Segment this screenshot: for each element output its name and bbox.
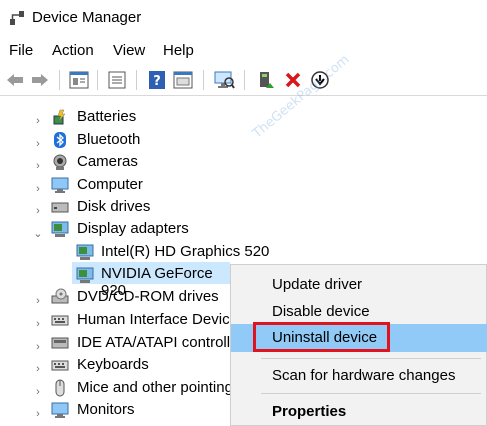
keyboard-icon bbox=[51, 315, 69, 326]
chevron-right-icon[interactable]: › bbox=[33, 183, 43, 195]
run-icon[interactable] bbox=[172, 69, 194, 91]
update-driver-icon[interactable] bbox=[254, 69, 276, 91]
tree-item-label: Batteries bbox=[77, 108, 137, 125]
menu-help[interactable]: Help bbox=[163, 42, 194, 59]
tree-item-label: Display adapters bbox=[77, 220, 189, 237]
ide-controller-icon bbox=[51, 337, 69, 349]
camera-icon bbox=[53, 154, 67, 170]
list-icon[interactable] bbox=[106, 69, 128, 91]
menu-item-label: Disable device bbox=[272, 303, 370, 320]
menu-separator bbox=[261, 358, 481, 359]
tree-item-label: Keyboards bbox=[77, 356, 149, 373]
tree-item-label: DVD/CD-ROM drives bbox=[77, 288, 219, 305]
mouse-icon bbox=[55, 379, 65, 397]
battery-icon bbox=[53, 109, 66, 125]
menu-item-properties[interactable]: Properties bbox=[231, 398, 487, 426]
window-title: Device Manager bbox=[32, 9, 142, 26]
menu-item-label: Scan for hardware changes bbox=[272, 367, 456, 384]
chevron-right-icon[interactable]: › bbox=[33, 363, 43, 375]
menu-item-label: Properties bbox=[272, 403, 347, 420]
menu-action[interactable]: Action bbox=[52, 42, 94, 59]
tree-item-label: Cameras bbox=[77, 153, 138, 170]
chevron-right-icon[interactable]: › bbox=[33, 386, 43, 398]
tree-item-label: Human Interface Device bbox=[77, 311, 238, 328]
menu-item-update-driver[interactable]: Update driver bbox=[231, 271, 487, 299]
dvd-drive-icon bbox=[51, 288, 69, 304]
properties-icon[interactable] bbox=[68, 69, 90, 91]
svg-text:?: ? bbox=[153, 74, 161, 89]
back-icon[interactable] bbox=[4, 69, 26, 91]
chevron-right-icon[interactable]: › bbox=[33, 138, 43, 150]
tree-item-label: Computer bbox=[77, 176, 143, 193]
tree-item-label: IDE ATA/ATAPI controller bbox=[77, 334, 244, 351]
chevron-right-icon[interactable]: › bbox=[33, 408, 43, 420]
menu-bar: File Action View Help bbox=[0, 42, 487, 62]
toolbar: ? bbox=[0, 66, 487, 96]
menu-item-scan-hardware[interactable]: Scan for hardware changes bbox=[231, 362, 487, 390]
disk-drive-icon bbox=[51, 202, 69, 213]
menu-item-label: Update driver bbox=[272, 276, 363, 293]
tree-item-label: Bluetooth bbox=[77, 131, 141, 148]
bluetooth-icon bbox=[54, 132, 66, 148]
keyboard-icon bbox=[51, 360, 69, 371]
title-bar: Device Manager bbox=[0, 0, 487, 36]
highlight-box bbox=[253, 322, 390, 352]
display-adapter-icon bbox=[76, 244, 94, 260]
chevron-down-icon[interactable]: ⌄ bbox=[33, 228, 43, 240]
scan-hardware-icon[interactable] bbox=[213, 69, 235, 91]
menu-separator bbox=[261, 393, 481, 394]
tree-item-label: Disk drives bbox=[77, 198, 151, 215]
chevron-right-icon[interactable]: › bbox=[33, 115, 43, 127]
tree-item-label: Intel(R) HD Graphics 520 bbox=[101, 243, 270, 260]
device-manager-icon bbox=[10, 11, 24, 25]
tree-item-label: Monitors bbox=[77, 401, 135, 418]
display-adapter-icon bbox=[76, 267, 94, 283]
forward-icon[interactable] bbox=[29, 69, 51, 91]
menu-view[interactable]: View bbox=[113, 42, 145, 59]
display-adapter-icon bbox=[51, 221, 69, 237]
chevron-right-icon[interactable]: › bbox=[33, 205, 43, 217]
menu-file[interactable]: File bbox=[9, 42, 33, 59]
tree-item-label: Mice and other pointing bbox=[77, 379, 233, 396]
help-icon[interactable]: ? bbox=[146, 69, 168, 91]
computer-icon bbox=[51, 177, 69, 193]
chevron-right-icon[interactable]: › bbox=[33, 318, 43, 330]
monitor-icon bbox=[51, 402, 69, 418]
chevron-right-icon[interactable]: › bbox=[33, 160, 43, 172]
chevron-right-icon[interactable]: › bbox=[33, 295, 43, 307]
chevron-right-icon[interactable]: › bbox=[33, 341, 43, 353]
